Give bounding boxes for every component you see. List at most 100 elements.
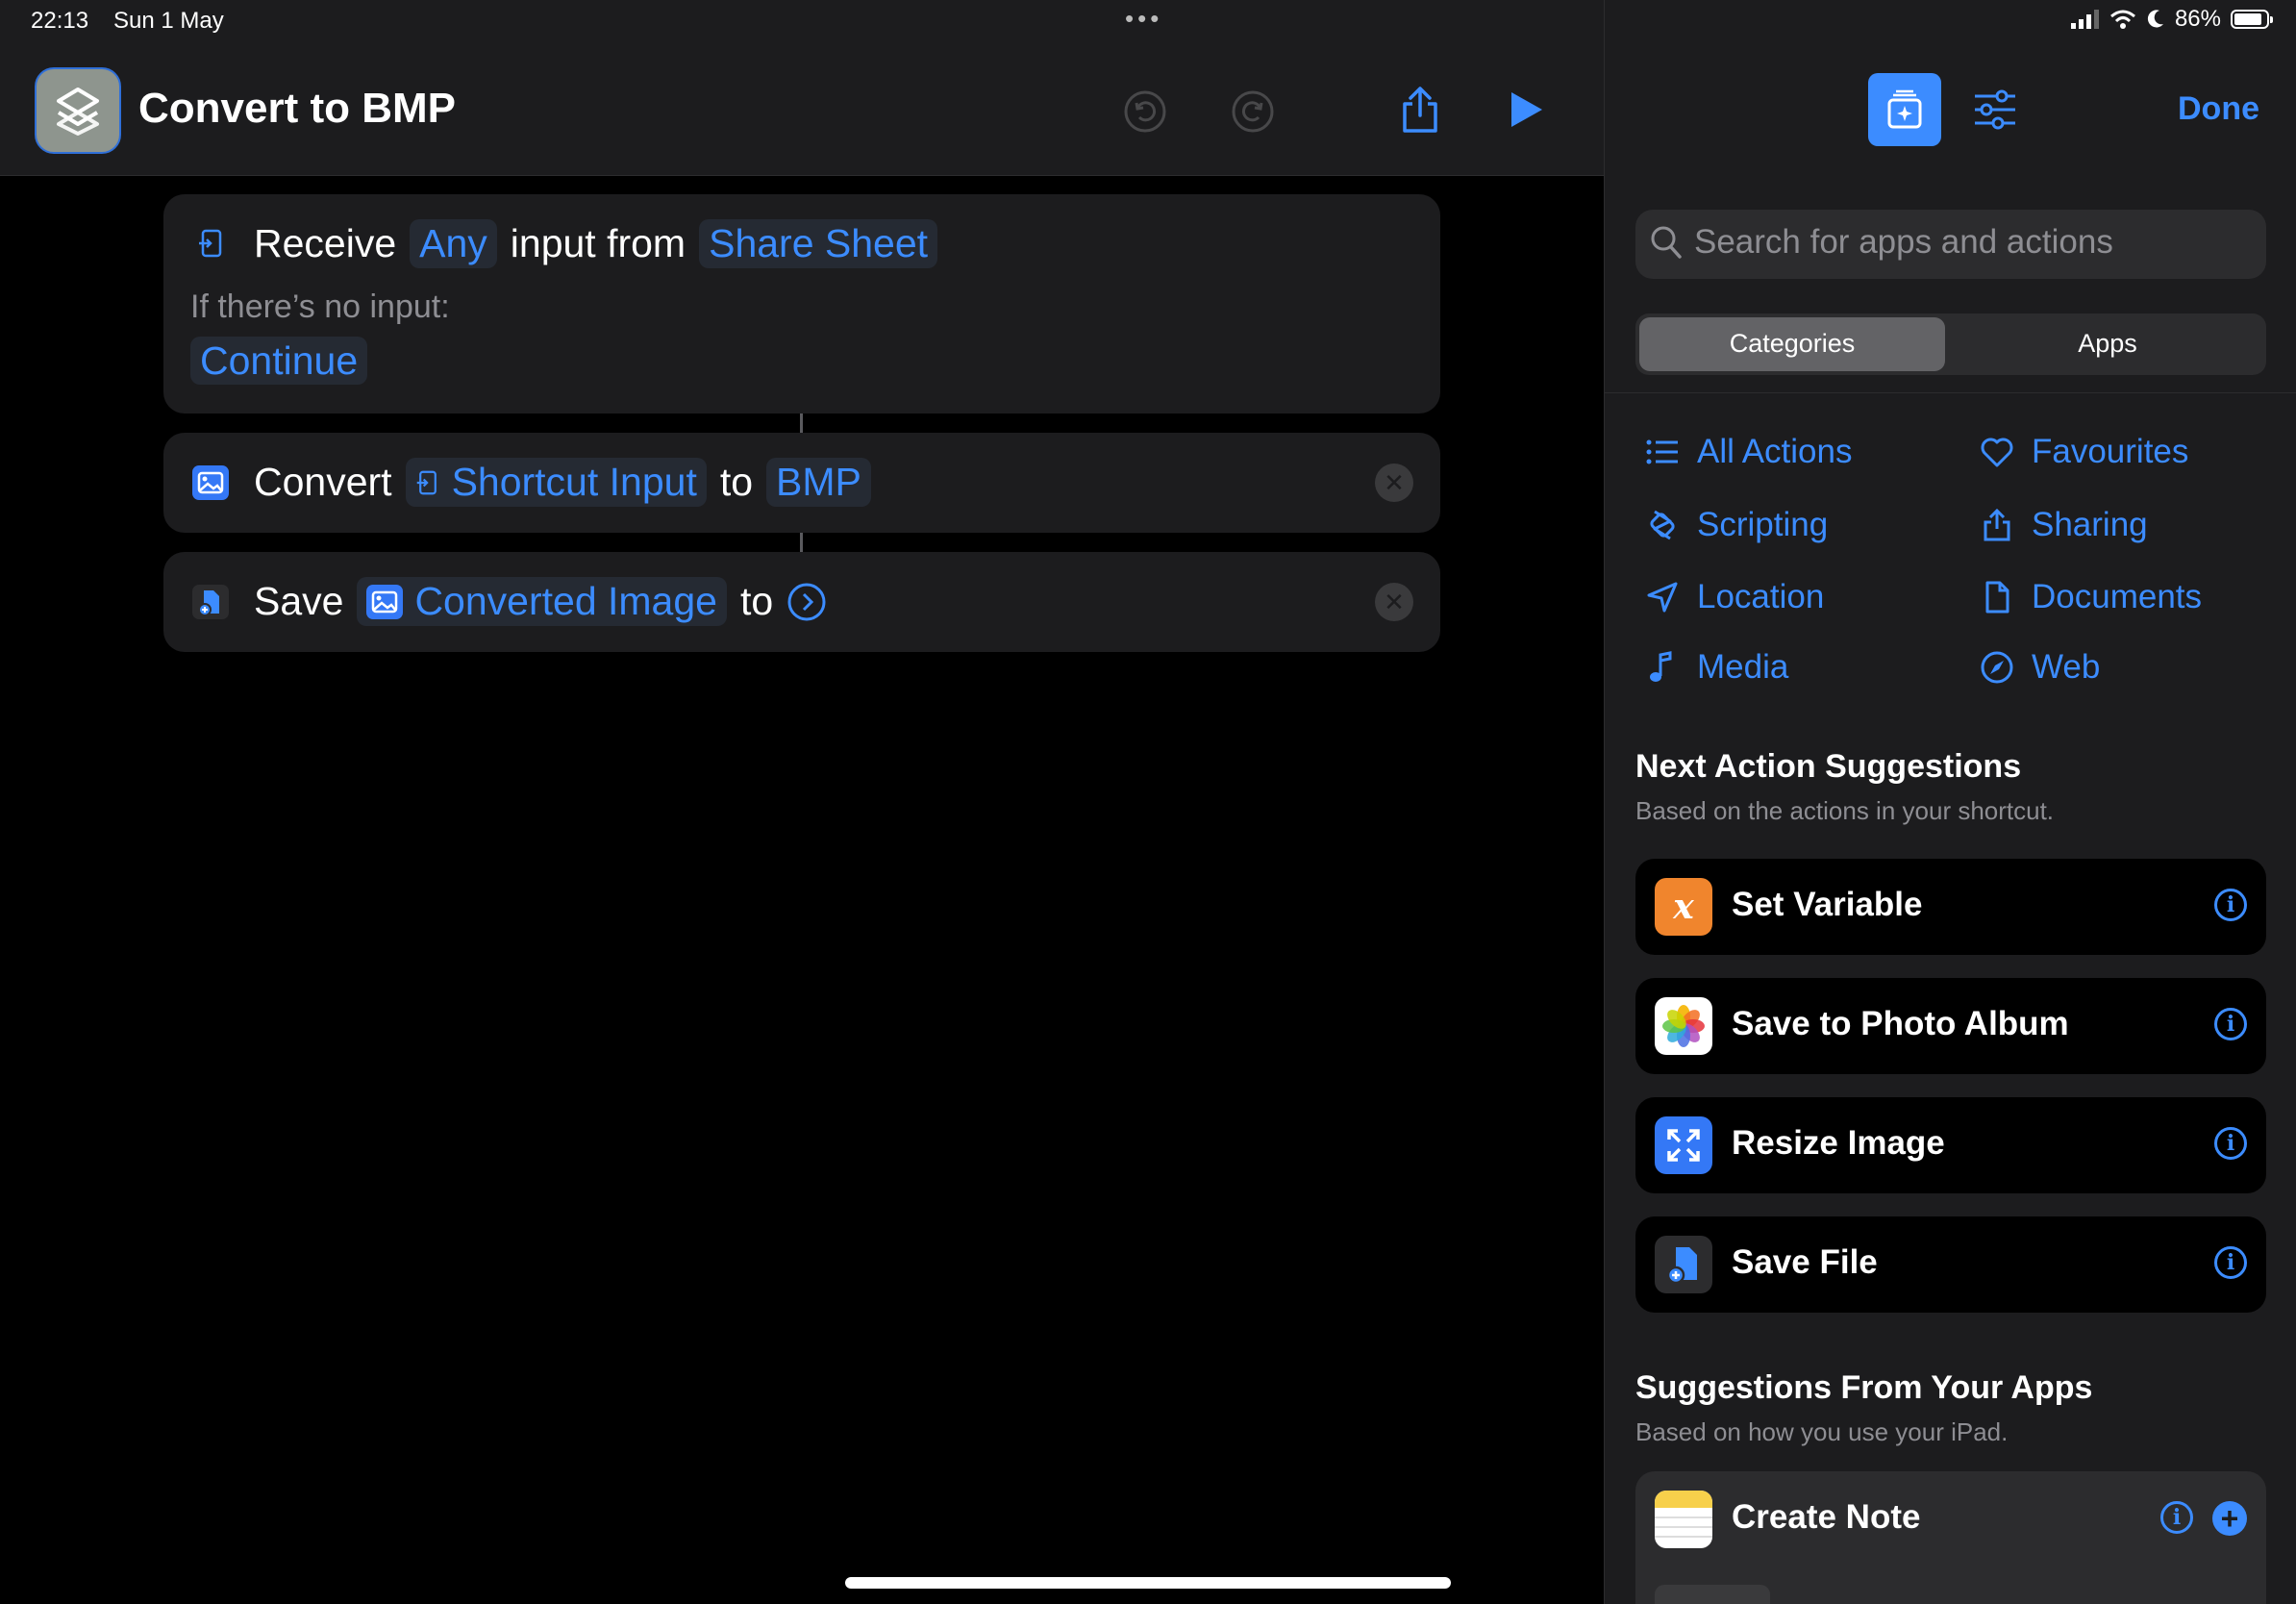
converted-image-label: Converted Image: [414, 579, 717, 623]
photos-icon: [1655, 997, 1712, 1055]
suggestion-save-file[interactable]: Save File i: [1635, 1216, 2266, 1313]
status-date: Sun 1 May: [113, 8, 224, 34]
converted-image-icon: [366, 584, 404, 619]
list-icon: [1646, 439, 1678, 464]
settings-sliders-icon[interactable]: [1973, 88, 2017, 136]
suggestion-label: Save File: [1732, 1243, 1878, 1281]
search-placeholder: Search for apps and actions: [1694, 223, 2113, 261]
category-web[interactable]: Web: [1980, 648, 2100, 687]
shortcut-input-label: Shortcut Input: [451, 460, 697, 504]
suggestion-set-variable[interactable]: x Set Variable i: [1635, 859, 2266, 955]
receive-icon: [197, 227, 226, 264]
category-label: Sharing: [2032, 506, 2148, 543]
remove-convert-action-icon[interactable]: ✕: [1375, 464, 1413, 502]
multitasking-dots-icon[interactable]: •••: [1125, 4, 1162, 34]
format-token[interactable]: BMP: [766, 458, 871, 507]
save-file-icon: [1655, 1236, 1712, 1293]
suggestion-resize-image[interactable]: Resize Image i: [1635, 1097, 2266, 1193]
suggestion-label: Save to Photo Album: [1732, 1005, 2069, 1042]
receive-sentence: Receive Any input from Share Sheet: [254, 219, 938, 268]
app-suggestions-subtitle: Based on how you use your iPad.: [1635, 1417, 2009, 1446]
status-indicators: 86%: [2070, 6, 2273, 33]
receive-mid-text: input from: [510, 221, 686, 265]
app-suggestions-title: Suggestions From Your Apps: [1635, 1369, 2093, 1406]
save-sentence: Save Converted Image to: [254, 577, 827, 626]
suggestion-label: Set Variable: [1732, 886, 1923, 923]
signal-icon: [2070, 10, 2099, 29]
battery-icon: [2231, 10, 2273, 29]
next-item-peek: [1655, 1585, 1770, 1604]
variable-icon: x: [1655, 878, 1712, 936]
category-location[interactable]: Location: [1645, 578, 1824, 616]
suggestion-label: Resize Image: [1732, 1124, 1945, 1162]
category-label: Media: [1697, 648, 1789, 686]
action-library-tab-icon[interactable]: [1868, 73, 1941, 146]
input-source-token[interactable]: Share Sheet: [699, 219, 938, 268]
redo-icon[interactable]: [1226, 85, 1280, 138]
shortcut-input-token[interactable]: Shortcut Input: [405, 458, 707, 507]
category-label: Web: [2032, 648, 2101, 686]
action-connector: [800, 414, 803, 433]
category-label: Documents: [2032, 578, 2203, 615]
image-icon: [192, 465, 229, 505]
input-type-token[interactable]: Any: [410, 219, 497, 268]
category-label: Favourites: [2032, 433, 2189, 470]
done-button[interactable]: Done: [2178, 90, 2259, 128]
location-arrow-icon: [1647, 582, 1678, 613]
resize-icon: [1655, 1116, 1712, 1174]
no-input-continue-token[interactable]: Continue: [190, 337, 368, 385]
category-favourites[interactable]: Favourites: [1980, 433, 2188, 471]
notes-app-icon: [1655, 1491, 1712, 1548]
segment-categories[interactable]: Categories: [1639, 329, 1945, 359]
next-suggestions-subtitle: Based on the actions in your shortcut.: [1635, 796, 2055, 825]
battery-percent: 86%: [2174, 6, 2221, 32]
next-suggestions-title: Next Action Suggestions: [1635, 748, 2022, 785]
shortcut-title[interactable]: Convert to BMP: [138, 85, 456, 133]
suggestion-create-note[interactable]: Create Note i +: [1635, 1471, 2266, 1604]
info-icon[interactable]: i: [2214, 889, 2247, 921]
action-connector: [800, 533, 803, 552]
document-icon: [1985, 581, 2009, 614]
heart-icon: [1981, 438, 2013, 467]
run-play-icon[interactable]: [1498, 83, 1552, 137]
converted-image-token[interactable]: Converted Image: [357, 577, 727, 626]
save-file-icon: [192, 585, 229, 624]
receive-verb: Receive: [254, 221, 397, 265]
category-documents[interactable]: Documents: [1980, 578, 2202, 616]
shortcut-input-icon: [416, 470, 437, 494]
compass-icon: [1981, 651, 2013, 684]
save-destination-chevron-icon[interactable]: [786, 582, 827, 622]
shortcuts-logo-icon: [57, 88, 99, 136]
home-indicator[interactable]: [845, 1577, 1451, 1589]
category-label: All Actions: [1697, 433, 1853, 470]
shortcut-icon[interactable]: [35, 67, 121, 154]
save-verb: Save: [254, 579, 344, 623]
convert-verb: Convert: [254, 460, 392, 504]
music-note-icon: [1650, 651, 1672, 682]
no-input-label: If there’s no input:: [190, 288, 450, 325]
info-icon[interactable]: i: [2214, 1127, 2247, 1160]
category-label: Scripting: [1697, 506, 1829, 543]
category-sharing[interactable]: Sharing: [1980, 506, 2148, 544]
scripting-icon: [1650, 510, 1675, 540]
category-label: Location: [1697, 578, 1825, 615]
share-icon: [1984, 508, 2010, 541]
remove-save-action-icon[interactable]: ✕: [1375, 583, 1413, 621]
panel-divider: [1604, 392, 2296, 393]
info-icon[interactable]: i: [2214, 1008, 2247, 1040]
suggestion-save-to-photo-album[interactable]: Save to Photo Album i: [1635, 978, 2266, 1074]
segment-apps[interactable]: Apps: [1952, 329, 2263, 359]
info-icon[interactable]: i: [2160, 1501, 2193, 1534]
convert-to-text: to: [719, 460, 754, 504]
undo-icon[interactable]: [1118, 85, 1172, 138]
info-icon[interactable]: i: [2214, 1246, 2247, 1279]
suggestion-label: Create Note: [1732, 1498, 1921, 1536]
wifi-icon: [2109, 10, 2135, 29]
category-scripting[interactable]: Scripting: [1645, 506, 1828, 544]
category-all-actions[interactable]: All Actions: [1645, 433, 1852, 471]
share-icon[interactable]: [1393, 83, 1447, 137]
add-action-icon[interactable]: +: [2212, 1501, 2247, 1536]
moon-icon: [2147, 10, 2163, 28]
category-media[interactable]: Media: [1645, 648, 1788, 687]
save-to-text: to: [739, 579, 774, 623]
